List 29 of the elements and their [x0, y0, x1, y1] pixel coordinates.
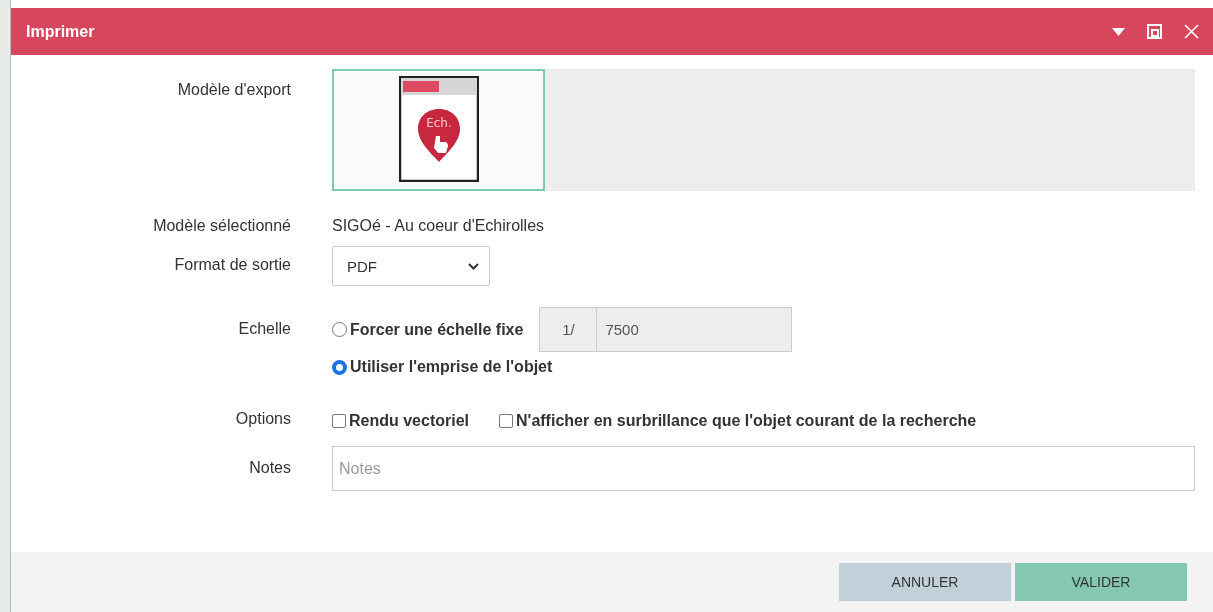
option-checkbox[interactable]: N'afficher en surbrillance que l'objet courant de la recherche [499, 412, 977, 430]
caret-icon[interactable] [1112, 27, 1125, 36]
cancel-button[interactable]: ANNULER [839, 563, 1011, 601]
checkbox[interactable] [332, 414, 346, 428]
scale-prefix: 1/ [540, 308, 598, 351]
close-icon[interactable] [1184, 24, 1199, 39]
window-title: Imprimer [26, 22, 96, 41]
scale-option[interactable]: Utiliser l'emprise de l'objet [332, 358, 553, 376]
field-label: Modèle d'export [176, 80, 291, 99]
option-checkbox[interactable]: Rendu vectoriel [332, 412, 470, 430]
radio-button[interactable] [332, 359, 347, 375]
chevron-icon [468, 262, 479, 270]
scale-option[interactable]: Forcer une échelle fixe [332, 320, 524, 339]
template-thumbnail-drawing: Ech. [398, 76, 479, 182]
scale-field[interactable]: 1/ 7500 [539, 307, 793, 352]
selected-model-value: SIGOé - Au coeur d'Echirolles [332, 217, 546, 235]
notes-field[interactable]: Notes [332, 446, 1195, 491]
radio-button[interactable] [332, 322, 347, 337]
scale-value: 7500 [604, 320, 639, 340]
checkbox[interactable] [499, 414, 514, 428]
field-label: Notes [248, 458, 291, 477]
field-label: Echelle [237, 319, 291, 338]
validate-button[interactable]: VALIDER [1015, 563, 1187, 601]
field-label: Format de sortie [173, 255, 291, 274]
field-label: Options [234, 410, 291, 428]
restore-icon[interactable] [1147, 24, 1162, 39]
format-select[interactable]: PDF [332, 246, 490, 286]
field-label: Modèle sélectionné [152, 217, 291, 235]
template-tile[interactable]: Ech. [332, 69, 545, 191]
